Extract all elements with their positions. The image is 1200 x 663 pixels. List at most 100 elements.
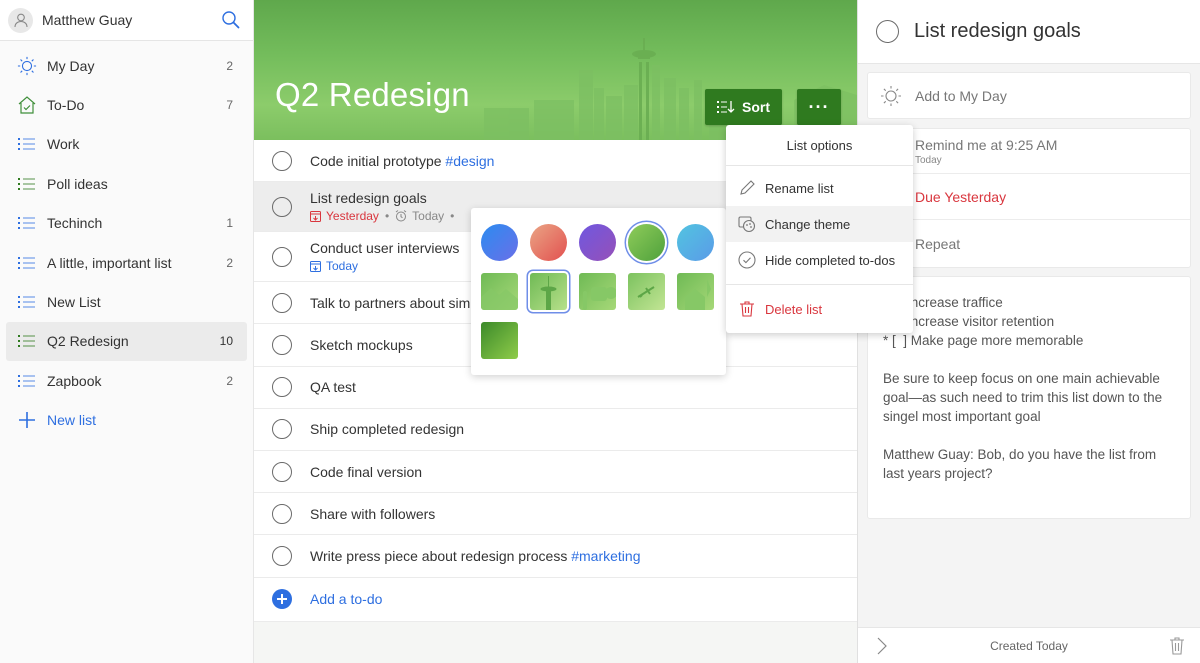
theme-image-robot[interactable] bbox=[579, 273, 616, 310]
task-checkbox[interactable] bbox=[272, 196, 292, 217]
theme-image-mountains[interactable] bbox=[481, 273, 518, 310]
separator-dot: • bbox=[450, 209, 455, 224]
sidebar-item-count: 7 bbox=[226, 98, 233, 113]
menu-item-delete-list[interactable]: Delete list bbox=[726, 291, 913, 327]
notes-textarea[interactable]: * [ ] Increase traffice * [ ] Increase v… bbox=[868, 277, 1190, 518]
task-checkbox[interactable] bbox=[272, 377, 292, 398]
sidebar-item-zapbook[interactable]: Zapbook 2 bbox=[6, 361, 247, 400]
chevron-right-icon bbox=[877, 637, 887, 655]
task-hashtag[interactable]: #design bbox=[445, 153, 494, 169]
sidebar-item-poll-ideas[interactable]: Poll ideas bbox=[6, 164, 247, 203]
task-title: Share with followers bbox=[310, 505, 436, 522]
due-date-button[interactable]: Due Yesterday bbox=[868, 174, 1190, 220]
task-title: Sketch mockups bbox=[310, 336, 413, 353]
sort-button[interactable]: Sort bbox=[705, 89, 782, 125]
sidebar-item-label: Q2 Redesign bbox=[47, 333, 129, 350]
task-checkbox[interactable] bbox=[272, 334, 292, 355]
task-text: QA test bbox=[310, 379, 356, 395]
detail-header: List redesign goals bbox=[858, 0, 1200, 64]
theme-image-solid-green[interactable] bbox=[481, 322, 518, 359]
avatar[interactable] bbox=[8, 7, 33, 33]
task-text: Talk to partners about sim bbox=[310, 295, 470, 311]
theme-color-blue[interactable] bbox=[481, 224, 518, 261]
sidebar-item-q2-redesign[interactable]: Q2 Redesign 10 bbox=[6, 321, 247, 362]
sidebar-item-a-little-important-list[interactable]: A little, important list 2 bbox=[6, 243, 247, 282]
theme-color-purple[interactable] bbox=[579, 224, 616, 261]
collapse-pane-button[interactable] bbox=[876, 637, 888, 658]
task-checkbox[interactable] bbox=[272, 503, 292, 524]
alarm-icon bbox=[395, 210, 407, 222]
task-title: Code initial prototype bbox=[310, 152, 442, 169]
theme-image-house[interactable] bbox=[677, 273, 714, 310]
sidebar-item-to-do[interactable]: To-Do 7 bbox=[6, 85, 247, 124]
task-row[interactable]: Write press piece about redesign process… bbox=[254, 535, 857, 578]
menu-item-change-theme[interactable]: Change theme bbox=[726, 206, 913, 242]
task-row[interactable]: Code final version bbox=[254, 451, 857, 494]
task-row[interactable]: Ship completed redesign bbox=[254, 409, 857, 451]
task-row[interactable]: Share with followers bbox=[254, 493, 857, 536]
sidebar-item-new-list[interactable]: New List bbox=[6, 282, 247, 321]
due-date-label: Yesterday bbox=[326, 209, 379, 224]
theme-color-green[interactable] bbox=[628, 224, 665, 261]
sidebar-item-label: My Day bbox=[47, 57, 95, 74]
user-bar: Matthew Guay bbox=[0, 0, 253, 41]
due-label: Due Yesterday bbox=[915, 188, 1007, 205]
user-name[interactable]: Matthew Guay bbox=[42, 12, 219, 28]
my-day-card: Add to My Day bbox=[868, 73, 1190, 118]
menu-divider bbox=[726, 284, 913, 285]
sidebar-item-work[interactable]: Work bbox=[6, 125, 247, 164]
menu-item-hide-completed[interactable]: Hide completed to-dos bbox=[726, 242, 913, 278]
sidebar-item-techinch[interactable]: Techinch 1 bbox=[6, 204, 247, 243]
created-label: Created Today bbox=[990, 638, 1068, 653]
task-text: Code initial prototype #design bbox=[310, 153, 494, 169]
add-todo-button[interactable]: Add a to-do bbox=[254, 577, 857, 622]
menu-item-rename-list[interactable]: Rename list bbox=[726, 170, 913, 206]
new-list-button[interactable]: New list bbox=[6, 401, 247, 440]
task-hashtag[interactable]: #marketing bbox=[571, 548, 640, 564]
list-icon bbox=[17, 331, 37, 351]
sidebar-item-count: 10 bbox=[219, 334, 233, 349]
due-date-label: Today bbox=[326, 259, 359, 274]
reminder-label: Today bbox=[412, 209, 445, 224]
task-checkbox[interactable] bbox=[272, 419, 292, 440]
search-button[interactable] bbox=[219, 8, 243, 32]
add-to-my-day-button[interactable]: Add to My Day bbox=[868, 73, 1190, 118]
sidebar-item-my-day[interactable]: My Day 2 bbox=[6, 46, 247, 85]
delete-task-button[interactable] bbox=[1168, 636, 1186, 659]
task-checkbox[interactable] bbox=[272, 545, 292, 566]
task-checkbox[interactable] bbox=[272, 150, 292, 171]
task-title: Ship completed redesign bbox=[310, 421, 465, 438]
remind-me-button[interactable]: Remind me at 9:25 AM Today bbox=[868, 129, 1190, 174]
task-meta: Yesterday • Today • bbox=[310, 209, 460, 223]
theme-image-space-needle[interactable] bbox=[530, 273, 567, 310]
task-title[interactable]: List redesign goals bbox=[914, 20, 1081, 43]
theme-image-airplane[interactable] bbox=[628, 273, 665, 310]
repeat-label: Repeat bbox=[915, 235, 961, 252]
trash-icon bbox=[1170, 637, 1184, 655]
list-title[interactable]: Q2 Redesign bbox=[275, 76, 470, 114]
task-text: Write press piece about redesign process… bbox=[310, 548, 640, 564]
trash-icon bbox=[737, 299, 757, 319]
calendar-icon bbox=[310, 260, 321, 272]
task-checkbox[interactable] bbox=[272, 292, 292, 313]
list-options-menu: List options Rename list Change theme Hi… bbox=[726, 125, 913, 333]
task-text: Conduct user interviews bbox=[310, 240, 459, 256]
sidebar: Matthew Guay My Day 2 To-Do 7 Work Poll … bbox=[0, 0, 254, 663]
task-checkbox[interactable] bbox=[272, 246, 292, 267]
theme-color-red[interactable] bbox=[530, 224, 567, 261]
plus-icon bbox=[272, 589, 292, 609]
remind-label: Remind me at 9:25 AM bbox=[915, 136, 1058, 153]
sort-icon bbox=[717, 101, 735, 113]
task-title: Talk to partners about sim bbox=[310, 294, 471, 311]
palette-icon bbox=[737, 214, 757, 234]
complete-checkbox[interactable] bbox=[876, 20, 899, 43]
check-circle-icon bbox=[737, 250, 757, 270]
sidebar-item-label: Techinch bbox=[47, 215, 103, 232]
menu-item-label: Change theme bbox=[765, 216, 851, 232]
sidebar-item-label: A little, important list bbox=[47, 254, 172, 271]
task-checkbox[interactable] bbox=[272, 461, 292, 482]
more-options-button[interactable]: ··· bbox=[797, 89, 841, 125]
theme-color-teal[interactable] bbox=[677, 224, 714, 261]
menu-title: List options bbox=[726, 125, 913, 166]
repeat-button[interactable]: Repeat bbox=[868, 220, 1190, 267]
